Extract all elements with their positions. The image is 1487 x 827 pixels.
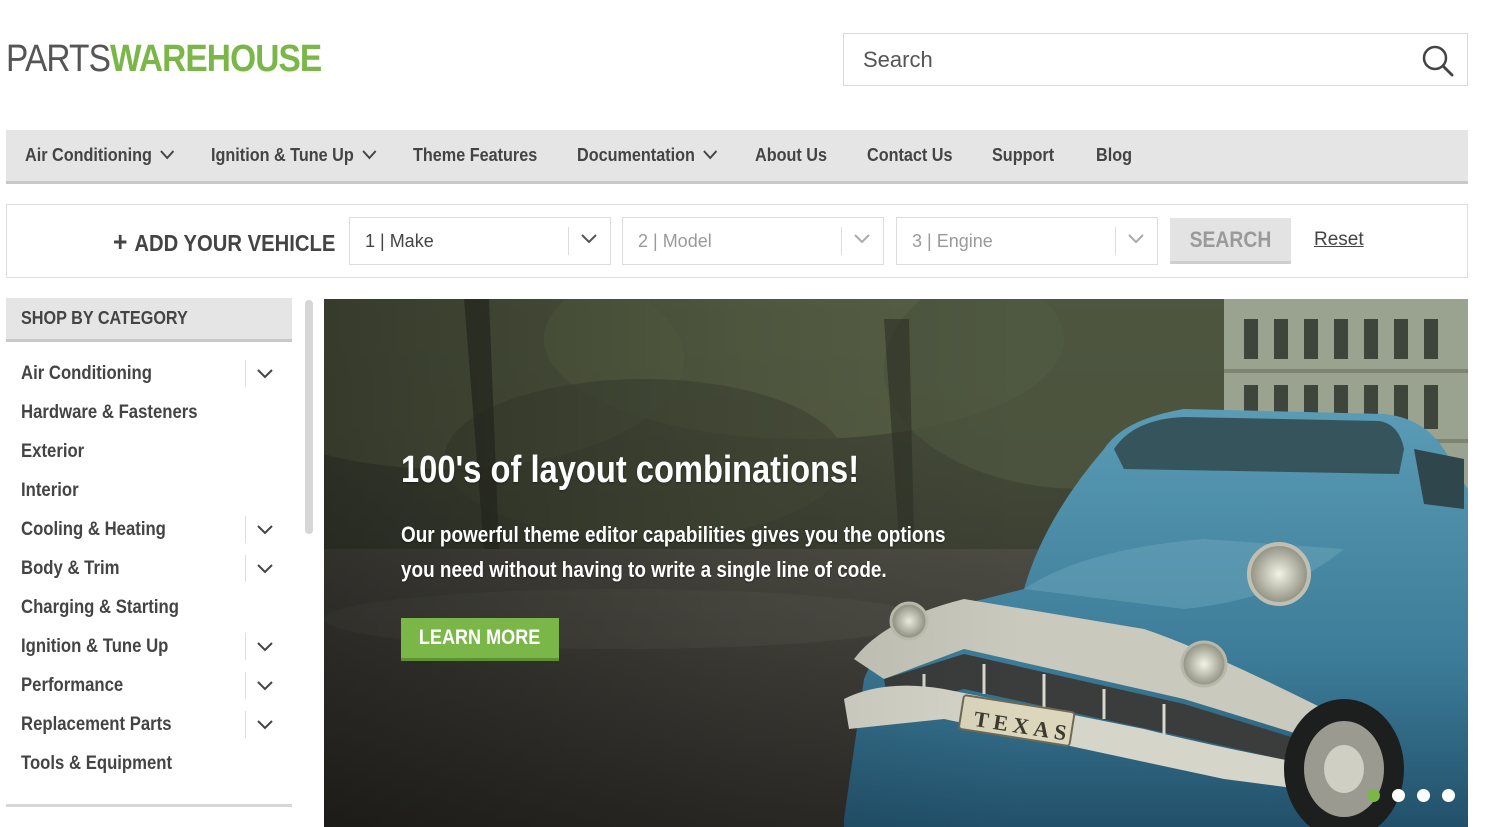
nav-item-label: Contact Us <box>867 145 953 165</box>
category-label: Cooling & Heating <box>21 519 166 540</box>
chevron-down-icon[interactable] <box>255 521 275 539</box>
chevron-down-icon[interactable] <box>255 365 275 383</box>
nav-item-contact-us[interactable]: Contact Us <box>867 130 953 181</box>
nav-item-theme-features[interactable]: Theme Features <box>413 130 537 181</box>
sidebar-title: SHOP BY CATEGORY <box>6 298 292 342</box>
category-label: Ignition & Tune Up <box>21 636 169 657</box>
category-separator <box>245 711 246 738</box>
logo-text-parts: PARTS <box>6 38 111 80</box>
hero-title: 100's of layout combinations! <box>401 449 860 491</box>
category-item-ignition-tune-up[interactable]: Ignition & Tune Up <box>6 627 292 666</box>
nav-item-label: Documentation <box>577 145 695 165</box>
nav-item-about-us[interactable]: About Us <box>755 130 827 181</box>
nav-item-air-conditioning[interactable]: Air Conditioning <box>25 130 175 181</box>
nav-item-label: About Us <box>755 145 827 165</box>
nav-item-documentation[interactable]: Documentation <box>577 130 718 181</box>
chevron-down-icon <box>1128 234 1144 244</box>
chevron-down-icon[interactable] <box>255 560 275 578</box>
sidebar-divider <box>6 804 292 807</box>
chevron-down-icon <box>160 150 175 160</box>
category-separator <box>245 360 246 387</box>
add-vehicle-label: ADD YOUR VEHICLE <box>134 230 336 256</box>
category-item-performance[interactable]: Performance <box>6 666 292 705</box>
category-label: Body & Trim <box>21 558 120 579</box>
learn-more-button[interactable]: LEARN MORE <box>401 618 559 661</box>
vehicle-search-label: SEARCH <box>1189 227 1272 252</box>
category-separator <box>245 555 246 582</box>
nav-item-ignition-tune-up[interactable]: Ignition & Tune Up <box>211 130 377 181</box>
sidebar-scrollbar[interactable] <box>305 300 313 534</box>
category-separator <box>245 672 246 699</box>
sidebar-title-text: SHOP BY CATEGORY <box>21 308 188 328</box>
category-separator <box>245 516 246 543</box>
hero-subtitle-line-2: you need without having to write a singl… <box>401 557 887 582</box>
category-item-interior[interactable]: Interior <box>6 471 292 510</box>
nav-item-support[interactable]: Support <box>992 130 1054 181</box>
make-select-value: 1 | Make <box>365 231 434 251</box>
nav-item-label: Blog <box>1096 145 1132 165</box>
category-item-exterior[interactable]: Exterior <box>6 432 292 471</box>
category-label: Interior <box>21 480 79 501</box>
search-box <box>843 33 1468 86</box>
model-select[interactable]: 2 | Model <box>622 217 884 265</box>
make-select[interactable]: 1 | Make <box>349 217 611 265</box>
nav-item-label: Ignition & Tune Up <box>211 145 354 165</box>
hero-subtitle: Our powerful theme editor capabilities g… <box>401 517 951 587</box>
category-item-hardware-fasteners[interactable]: Hardware & Fasteners <box>6 393 292 432</box>
hero-slider: TEXAS 100's of layout combinations! Our … <box>324 299 1468 827</box>
category-item-charging-starting[interactable]: Charging & Starting <box>6 588 292 627</box>
search-input[interactable] <box>844 34 1404 85</box>
select-divider <box>1115 227 1116 255</box>
category-label: Exterior <box>21 441 85 462</box>
hero-subtitle-line-1: Our powerful theme editor capabilities g… <box>401 522 946 547</box>
vehicle-reset-link[interactable]: Reset <box>1314 229 1364 251</box>
add-vehicle-button[interactable]: + ADD YOUR VEHICLE <box>113 227 335 257</box>
nav-item-label: Air Conditioning <box>25 145 152 165</box>
vehicle-selector-bar: + ADD YOUR VEHICLE 1 | Make 2 | Model 3 |… <box>6 204 1468 278</box>
category-list: Air Conditioning Hardware & Fasteners Ex… <box>6 354 292 783</box>
category-item-replacement-parts[interactable]: Replacement Parts <box>6 705 292 744</box>
vehicle-search-button[interactable]: SEARCH <box>1170 218 1291 264</box>
category-item-air-conditioning[interactable]: Air Conditioning <box>6 354 292 393</box>
category-label: Replacement Parts <box>21 714 172 735</box>
chevron-down-icon[interactable] <box>255 677 275 695</box>
category-label: Charging & Starting <box>21 597 179 618</box>
search-icon[interactable] <box>1421 44 1455 78</box>
slider-dot-3[interactable] <box>1417 789 1430 802</box>
chevron-down-icon[interactable] <box>255 638 275 656</box>
chevron-down-icon <box>362 150 377 160</box>
slider-dot-1[interactable] <box>1367 789 1380 802</box>
category-item-tools-equipment[interactable]: Tools & Equipment <box>6 744 292 783</box>
category-label: Air Conditioning <box>21 363 152 384</box>
learn-more-label: LEARN MORE <box>419 626 541 649</box>
category-sidebar: SHOP BY CATEGORY Air Conditioning Hardwa… <box>6 298 292 827</box>
select-divider <box>568 227 569 255</box>
nav-item-blog[interactable]: Blog <box>1096 130 1132 181</box>
category-separator <box>245 633 246 660</box>
chevron-down-icon <box>581 234 597 244</box>
category-label: Tools & Equipment <box>21 753 173 774</box>
select-divider <box>841 227 842 255</box>
main-nav: Air Conditioning Ignition & Tune Up Them… <box>6 130 1468 184</box>
category-item-cooling-heating[interactable]: Cooling & Heating <box>6 510 292 549</box>
category-item-body-trim[interactable]: Body & Trim <box>6 549 292 588</box>
slider-pagination <box>1367 789 1467 805</box>
plus-icon: + <box>113 226 128 257</box>
category-label: Performance <box>21 675 124 696</box>
nav-item-label: Support <box>992 145 1055 165</box>
chevron-down-icon <box>854 234 870 244</box>
site-logo[interactable]: PARTSWAREHOUSE <box>6 36 322 82</box>
chevron-down-icon <box>703 150 718 160</box>
nav-item-label: Theme Features <box>413 145 538 165</box>
chevron-down-icon[interactable] <box>255 716 275 734</box>
slider-dot-2[interactable] <box>1392 789 1405 802</box>
engine-select[interactable]: 3 | Engine <box>896 217 1158 265</box>
engine-select-value: 3 | Engine <box>912 231 993 251</box>
slider-dot-4[interactable] <box>1442 789 1455 802</box>
category-label: Hardware & Fasteners <box>21 402 198 423</box>
model-select-value: 2 | Model <box>638 231 712 251</box>
logo-text-warehouse: WAREHOUSE <box>110 38 322 80</box>
